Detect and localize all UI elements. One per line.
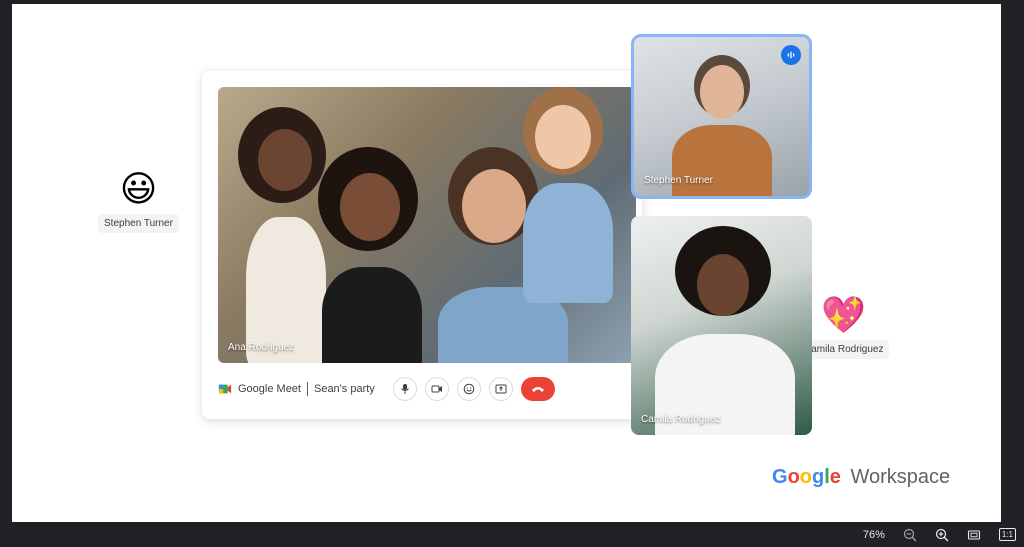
reactions-button[interactable] bbox=[456, 377, 481, 401]
participant-tile-stephen[interactable]: Stephen Turner bbox=[631, 34, 812, 199]
zoom-out-button[interactable] bbox=[903, 528, 917, 542]
logo-letter: G bbox=[772, 466, 788, 488]
logo-letter: e bbox=[829, 466, 841, 488]
present-button[interactable] bbox=[488, 377, 513, 401]
end-call-button[interactable] bbox=[520, 377, 555, 401]
zoom-in-button[interactable] bbox=[935, 528, 949, 542]
meet-window: Ana Rodriguez Google Meet Sean's party bbox=[202, 71, 642, 419]
logo-letter: o bbox=[799, 466, 812, 488]
speaking-indicator-icon bbox=[781, 45, 801, 65]
mic-button[interactable] bbox=[392, 377, 417, 401]
actual-size-button[interactable]: 1:1 bbox=[998, 528, 1016, 541]
participant-name-label: Camila Rodriguez bbox=[641, 414, 721, 425]
slide-canvas: 😃 Stephen Turner 💖 Camila Rodriguez Ana … bbox=[12, 4, 1001, 522]
zoom-level: 76% bbox=[862, 528, 885, 541]
participant-tile-camila[interactable]: Camila Rodriguez bbox=[631, 216, 812, 435]
camera-button[interactable] bbox=[424, 377, 449, 401]
smiley-emoji-icon: 😃 bbox=[119, 169, 158, 210]
fit-window-icon bbox=[967, 529, 980, 540]
meet-brand-label: Google Meet bbox=[238, 383, 301, 395]
image-viewer: 😃 Stephen Turner 💖 Camila Rodriguez Ana … bbox=[0, 0, 1024, 547]
reaction-name-chip: Stephen Turner bbox=[98, 214, 179, 233]
hang-up-icon bbox=[531, 387, 544, 392]
fit-to-window-button[interactable] bbox=[967, 528, 981, 542]
main-video-feed: Ana Rodriguez bbox=[218, 87, 636, 363]
microphone-icon bbox=[400, 384, 409, 394]
smiley-icon bbox=[463, 383, 475, 395]
toolbar-divider bbox=[306, 382, 308, 396]
viewer-statusbar: 76% 1:1 bbox=[0, 522, 1024, 547]
meet-toolbar: Google Meet Sean's party bbox=[218, 371, 636, 407]
meeting-title: Sean's party bbox=[313, 383, 375, 395]
heart-emoji-icon: 💖 bbox=[821, 295, 867, 336]
video-camera-icon bbox=[431, 385, 442, 393]
google-workspace-logo: Google Workspace bbox=[772, 466, 950, 489]
google-meet-icon bbox=[218, 384, 232, 394]
workspace-label: Workspace bbox=[850, 466, 951, 488]
zoom-out-icon bbox=[903, 528, 917, 541]
logo-letter: g bbox=[812, 466, 825, 488]
reaction-left: 😃 Stephen Turner bbox=[98, 170, 179, 233]
logo-letter: o bbox=[787, 466, 800, 488]
zoom-in-icon bbox=[935, 528, 949, 541]
participant-name-label: Stephen Turner bbox=[644, 175, 713, 186]
present-screen-icon bbox=[495, 384, 507, 394]
participant-name-label: Ana Rodriguez bbox=[228, 342, 295, 353]
